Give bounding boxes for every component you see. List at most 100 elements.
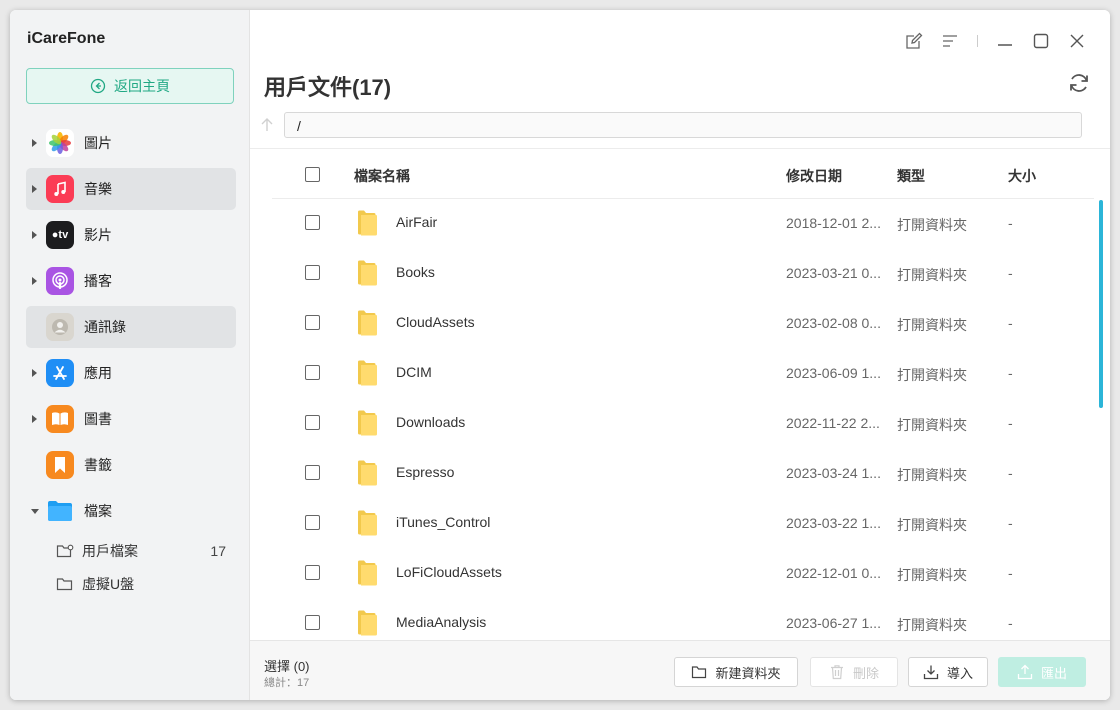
sidebar-item-label: 應用: [84, 365, 112, 381]
row-checkbox[interactable]: [305, 615, 320, 630]
modified-date: 2023-03-24 1...: [786, 465, 881, 481]
column-header-type[interactable]: 類型: [897, 166, 925, 186]
main-panel: 用戶文件(17) / 檔案名稱 修改日期 類型 大小 AirFair 2018-1…: [250, 10, 1110, 700]
sidebar-subitem-user-files[interactable]: 用戶檔案 17: [56, 536, 236, 566]
menu-icon[interactable]: [941, 32, 959, 50]
file-name: LoFiCloudAssets: [396, 564, 502, 580]
page-title: 用戶文件(17): [264, 75, 392, 100]
folder-icon: [356, 509, 378, 537]
user-folder-icon: [56, 544, 74, 558]
table-row[interactable]: AirFair 2018-12-01 2... 打開資料夾 -: [250, 198, 1090, 248]
sidebar-subitem-virtual-drive[interactable]: 虛擬U盤: [56, 569, 236, 599]
export-button[interactable]: 匯出: [998, 657, 1086, 687]
collapse-caret-icon[interactable]: [31, 508, 39, 514]
folder-icon: [356, 559, 378, 587]
column-header-date[interactable]: 修改日期: [786, 166, 842, 186]
sidebar-item-bookmarks[interactable]: 書籤: [26, 444, 236, 486]
modified-date: 2023-06-27 1...: [786, 615, 881, 631]
select-all-checkbox[interactable]: [305, 167, 320, 182]
modified-date: 2022-11-22 2...: [786, 415, 880, 431]
appstore-icon: [46, 359, 74, 387]
trash-icon: [830, 665, 843, 680]
row-checkbox[interactable]: [305, 515, 320, 530]
back-to-home-button[interactable]: 返回主頁: [26, 68, 234, 104]
file-name: Books: [396, 264, 435, 280]
maximize-icon[interactable]: [1032, 32, 1050, 50]
modified-date: 2023-03-21 0...: [786, 265, 881, 281]
modified-date: 2023-06-09 1...: [786, 365, 881, 381]
table-row[interactable]: CloudAssets 2023-02-08 0... 打開資料夾 -: [250, 298, 1090, 348]
sidebar-item-label: 圖片: [84, 135, 112, 151]
sidebar-item-music[interactable]: 音樂: [26, 168, 236, 210]
sidebar-item-photos[interactable]: 圖片: [26, 122, 236, 164]
table-row[interactable]: DCIM 2023-06-09 1... 打開資料夾 -: [250, 348, 1090, 398]
path-field[interactable]: /: [284, 112, 1082, 138]
column-header-name[interactable]: 檔案名稱: [354, 166, 410, 186]
minimize-icon[interactable]: [996, 32, 1014, 50]
row-checkbox[interactable]: [305, 215, 320, 230]
table-row[interactable]: Books 2023-03-21 0... 打開資料夾 -: [250, 248, 1090, 298]
sidebar-item-podcasts[interactable]: 播客: [26, 260, 236, 302]
file-size: -: [1008, 515, 1013, 531]
table-row[interactable]: LoFiCloudAssets 2022-12-01 0... 打開資料夾 -: [250, 548, 1090, 598]
folder-icon: [356, 409, 378, 437]
delete-label: 刪除: [852, 665, 879, 681]
sidebar-subitem-label: 用戶檔案: [82, 543, 138, 559]
file-type: 打開資料夾: [897, 567, 967, 583]
toolbar-divider: [977, 35, 978, 47]
window-controls: [905, 32, 1086, 50]
file-size: -: [1008, 315, 1013, 331]
expand-caret-icon[interactable]: [32, 231, 37, 239]
row-checkbox[interactable]: [305, 565, 320, 580]
divider: [250, 148, 1110, 149]
file-size: -: [1008, 465, 1013, 481]
folder-icon: [356, 609, 378, 637]
sidebar-item-label: 播客: [84, 273, 112, 289]
row-checkbox[interactable]: [305, 265, 320, 280]
expand-caret-icon[interactable]: [32, 185, 37, 193]
file-name: Downloads: [396, 414, 466, 430]
sidebar-item-books[interactable]: 圖書: [26, 398, 236, 440]
column-header-size[interactable]: 大小: [1008, 166, 1036, 186]
sidebar-item-label: 檔案: [84, 503, 112, 519]
up-level-icon[interactable]: [260, 117, 274, 133]
file-type: 打開資料夾: [897, 417, 967, 433]
file-type: 打開資料夾: [897, 267, 967, 283]
sidebar-item-contacts[interactable]: 通訊錄: [26, 306, 236, 348]
expand-caret-icon[interactable]: [32, 139, 37, 147]
file-size: -: [1008, 215, 1013, 231]
sidebar-item-label: 書籤: [84, 457, 112, 473]
table-row[interactable]: Downloads 2022-11-22 2... 打開資料夾 -: [250, 398, 1090, 448]
scrollbar[interactable]: [1099, 200, 1103, 408]
file-type: 打開資料夾: [897, 467, 967, 483]
folder-icon: [356, 359, 378, 387]
table-row[interactable]: Espresso 2023-03-24 1... 打開資料夾 -: [250, 448, 1090, 498]
close-icon[interactable]: [1068, 32, 1086, 50]
table-row[interactable]: iTunes_Control 2023-03-22 1... 打開資料夾 -: [250, 498, 1090, 548]
file-type: 打開資料夾: [897, 317, 967, 333]
feedback-edit-icon[interactable]: [905, 32, 923, 50]
delete-button[interactable]: 刪除: [810, 657, 898, 687]
row-checkbox[interactable]: [305, 365, 320, 380]
new-folder-button[interactable]: 新建資料夾: [674, 657, 798, 687]
row-checkbox[interactable]: [305, 415, 320, 430]
sidebar-item-label: 圖書: [84, 411, 112, 427]
folder-icon: [46, 497, 74, 525]
import-label: 導入: [946, 665, 973, 681]
file-size: -: [1008, 615, 1013, 631]
import-button[interactable]: 導入: [908, 657, 988, 687]
row-checkbox[interactable]: [305, 315, 320, 330]
file-name: iTunes_Control: [396, 514, 491, 530]
file-name: Espresso: [396, 464, 455, 480]
expand-caret-icon[interactable]: [32, 415, 37, 423]
expand-caret-icon[interactable]: [32, 369, 37, 377]
expand-caret-icon[interactable]: [32, 277, 37, 285]
refresh-icon[interactable]: [1068, 72, 1090, 94]
sidebar-item-videos[interactable]: ●tv 影片: [26, 214, 236, 256]
modified-date: 2018-12-01 2...: [786, 215, 881, 231]
sidebar-item-files[interactable]: 檔案: [26, 490, 236, 532]
row-checkbox[interactable]: [305, 465, 320, 480]
bookmark-icon: [46, 451, 74, 479]
file-size: -: [1008, 565, 1013, 581]
sidebar-item-apps[interactable]: 應用: [26, 352, 236, 394]
